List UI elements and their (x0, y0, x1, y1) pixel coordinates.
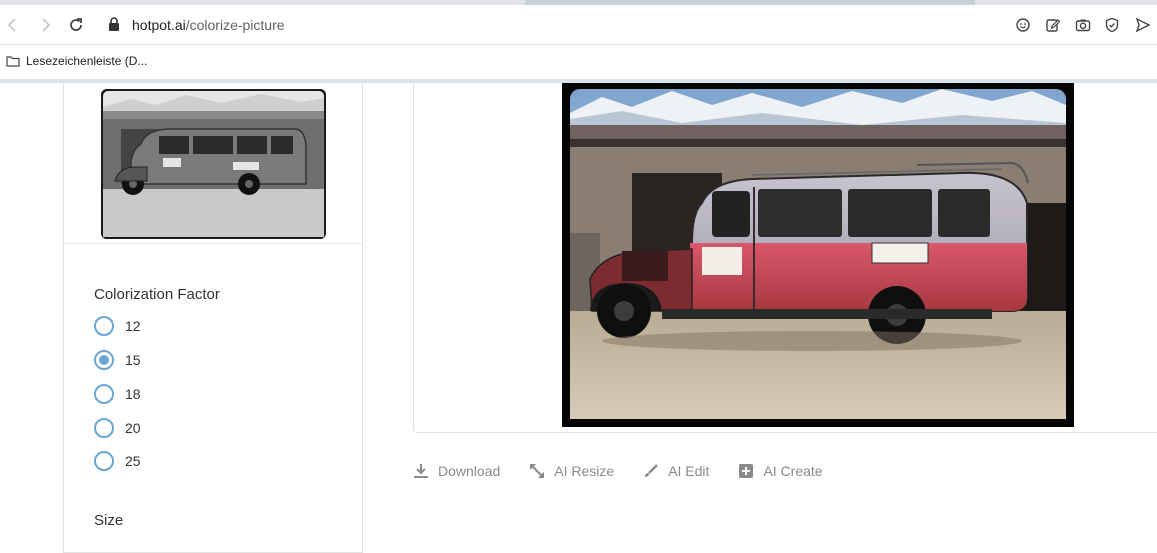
bookmark-folder[interactable]: Lesezeichenleiste (D... (6, 54, 147, 68)
download-button[interactable]: Download (413, 463, 500, 479)
download-icon (414, 464, 428, 478)
download-label: Download (438, 463, 501, 479)
bookmarks-bar: Lesezeichenleiste (D... (0, 46, 1157, 79)
radio-option-18[interactable]: 18 (94, 382, 141, 406)
action-bar: Download AI Resize AI Edit AI Create (413, 459, 852, 483)
ai-edit-button[interactable]: AI Edit (643, 463, 709, 479)
radio-label: 20 (125, 420, 141, 436)
radio-label: 18 (125, 386, 141, 402)
radio-option-25[interactable]: 25 (94, 449, 141, 473)
radio-label: 12 (125, 318, 141, 334)
edit-page-icon[interactable] (1043, 15, 1063, 35)
radio-option-20[interactable]: 20 (94, 416, 141, 440)
thumbnail-area (64, 83, 362, 244)
radio-button[interactable] (94, 451, 114, 471)
ai-resize-button[interactable]: AI Resize (529, 463, 614, 479)
radio-label: 25 (125, 453, 141, 469)
add-box-icon (739, 464, 754, 478)
ai-create-button[interactable]: AI Create (738, 463, 823, 479)
radio-button[interactable] (94, 418, 114, 438)
bookmark-folder-label: Lesezeichenleiste (D... (26, 54, 148, 68)
camera-icon[interactable] (1073, 15, 1093, 35)
colorized-photo[interactable] (562, 83, 1074, 427)
radio-button[interactable] (94, 384, 114, 404)
radio-button-selected[interactable] (94, 350, 114, 370)
ai-edit-label: AI Edit (668, 463, 710, 479)
smiley-icon[interactable] (1013, 15, 1033, 35)
resize-icon (530, 464, 545, 478)
brush-icon (645, 464, 659, 477)
url-path: /colorize-picture (185, 17, 285, 33)
back-icon[interactable] (0, 13, 24, 37)
forward-icon[interactable] (34, 13, 58, 37)
address-bar[interactable]: hotpot.ai/colorize-picture (108, 15, 285, 35)
lock-icon (108, 16, 120, 34)
size-title: Size (94, 512, 124, 529)
shield-check-icon[interactable] (1102, 15, 1122, 35)
browser-toolbar: hotpot.ai/colorize-picture (0, 5, 1157, 45)
reload-icon[interactable] (64, 13, 88, 37)
radio-button[interactable] (94, 316, 114, 336)
original-photo-thumbnail[interactable] (101, 89, 326, 239)
page-content: Colorization Factor 12 15 18 20 25 Size (0, 83, 1157, 553)
ai-create-label: AI Create (763, 463, 823, 479)
radio-option-12[interactable]: 12 (94, 314, 141, 338)
settings-panel: Colorization Factor 12 15 18 20 25 Size (63, 83, 363, 553)
folder-icon (6, 56, 20, 67)
radio-label: 15 (125, 352, 141, 368)
url-domain: hotpot.ai (132, 17, 186, 33)
send-icon[interactable] (1133, 15, 1153, 35)
radio-option-15[interactable]: 15 (94, 348, 141, 372)
ai-resize-label: AI Resize (554, 463, 615, 479)
result-panel (413, 83, 1157, 433)
colorization-factor-title: Colorization Factor (94, 286, 220, 303)
